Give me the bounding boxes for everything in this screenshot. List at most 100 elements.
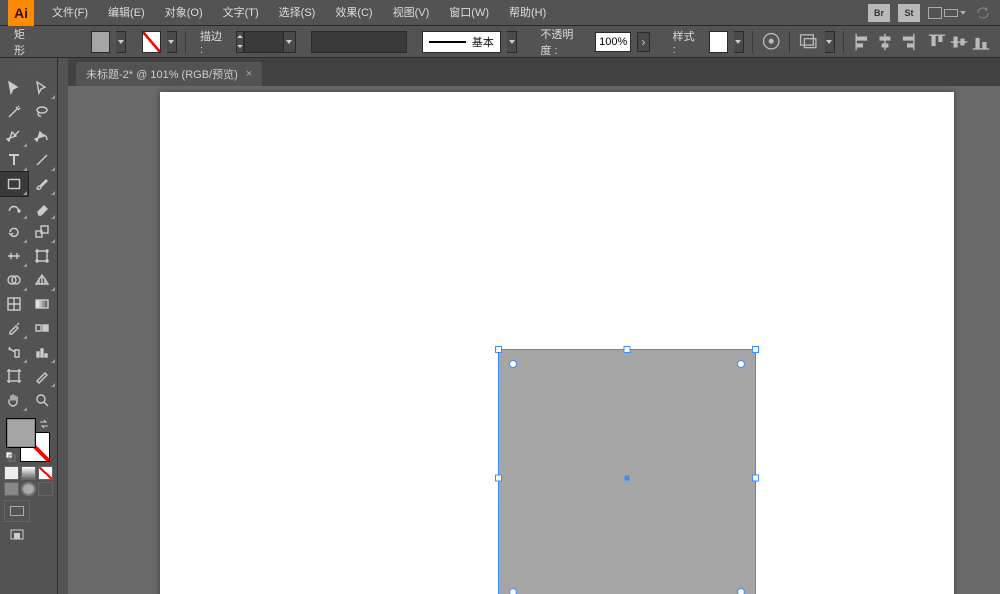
resize-handle-tr[interactable] [752,346,759,353]
fill-swatch-large[interactable] [6,418,36,448]
align-vcenter-icon[interactable] [948,30,970,54]
document-tab[interactable]: 未标题-2* @ 101% (RGB/预览) × [76,62,262,86]
gradient-mode-button[interactable] [21,466,36,480]
align-controls [852,30,992,54]
resize-handle-tl[interactable] [495,346,502,353]
transform-panel-icon[interactable] [798,30,818,54]
zoom-tool[interactable] [28,388,56,412]
paintbrush-tool[interactable] [28,172,56,196]
none-mode-button[interactable] [38,466,53,480]
eraser-tool[interactable] [28,196,56,220]
gradient-tool[interactable] [28,292,56,316]
pen-tool[interactable] [0,124,28,148]
graphic-style-swatch[interactable] [709,31,728,53]
toolbox: ······ [0,58,58,594]
color-mode-button[interactable] [4,466,19,480]
align-right-icon[interactable] [896,30,918,54]
stroke-label: 描边 : [194,28,230,56]
brush-stroke-icon [429,41,466,43]
selection-tool[interactable] [0,76,28,100]
menu-select[interactable]: 选择(S) [269,0,326,26]
menu-view[interactable]: 视图(V) [383,0,440,26]
hand-tool[interactable] [0,388,28,412]
column-graph-tool[interactable] [28,340,56,364]
recolor-artwork-icon[interactable] [761,30,781,54]
magic-wand-tool[interactable] [0,100,28,124]
line-segment-tool[interactable] [28,148,56,172]
close-tab-icon[interactable]: × [246,68,252,80]
brush-definition[interactable]: 基本 [422,31,501,53]
stroke-weight-dropdown[interactable] [284,31,296,53]
resize-handle-ml[interactable] [495,475,502,482]
artboard-tool[interactable] [0,364,28,388]
style-label: 样式 : [667,28,703,56]
stock-button[interactable]: St [898,4,920,22]
transform-panel-dropdown[interactable] [825,31,835,53]
menu-edit[interactable]: 编辑(E) [98,0,155,26]
free-transform-tool[interactable] [28,244,56,268]
align-hcenter-icon[interactable] [874,30,896,54]
canvas[interactable] [68,86,1000,594]
mesh-tool[interactable] [0,292,28,316]
stroke-color-dropdown[interactable] [167,31,177,53]
variable-width-profile[interactable] [311,31,406,53]
type-tool[interactable] [0,148,28,172]
eyedropper-tool[interactable] [0,316,28,340]
opacity-input[interactable]: 100% [595,32,631,52]
lasso-tool[interactable] [28,100,56,124]
rotate-tool[interactable] [0,220,28,244]
workspace-switcher[interactable] [928,7,966,19]
live-corner-bl[interactable] [509,588,517,594]
fill-stroke-indicator[interactable] [6,418,50,462]
rectangle-tool[interactable] [0,172,28,196]
menu-file[interactable]: 文件(F) [42,0,98,26]
graphic-style-dropdown[interactable] [734,31,744,53]
menu-help[interactable]: 帮助(H) [499,0,556,26]
bridge-button[interactable]: Br [868,4,890,22]
curvature-tool[interactable] [28,124,56,148]
resize-handle-tm[interactable] [624,346,631,353]
align-bottom-icon[interactable] [970,30,992,54]
toolbox-grip[interactable]: ······ [0,62,57,72]
center-point[interactable] [625,476,630,481]
brush-dropdown[interactable] [507,31,517,53]
slice-tool[interactable] [28,364,56,388]
resize-handle-mr[interactable] [752,475,759,482]
direct-selection-tool[interactable] [28,76,56,100]
scale-tool[interactable] [28,220,56,244]
stroke-weight-input[interactable] [244,31,284,53]
align-left-icon[interactable] [852,30,874,54]
screen-mode-normal[interactable] [4,500,30,522]
work-area: 未标题-2* @ 101% (RGB/预览) × [68,58,1000,594]
align-top-icon[interactable] [926,30,948,54]
draw-behind-button[interactable] [21,482,36,496]
document-tabs: 未标题-2* @ 101% (RGB/预览) × [68,58,1000,86]
width-tool[interactable] [0,244,28,268]
stroke-color-swatch[interactable] [142,31,161,53]
sync-icon[interactable] [974,4,992,22]
draw-inside-button[interactable] [38,482,53,496]
shaper-tool[interactable] [0,196,28,220]
selected-rectangle[interactable] [498,349,756,594]
change-screen-mode[interactable] [4,524,30,546]
live-corner-tl[interactable] [509,360,517,368]
fill-color-dropdown[interactable] [116,31,126,53]
menu-window[interactable]: 窗口(W) [439,0,499,26]
symbol-sprayer-tool[interactable] [0,340,28,364]
default-fill-stroke-icon[interactable] [6,452,16,462]
fill-color-swatch[interactable] [91,31,110,53]
shape-type-label: 矩形 [8,26,39,58]
live-corner-tr[interactable] [737,360,745,368]
shape-builder-tool[interactable] [0,268,28,292]
menu-object[interactable]: 对象(O) [155,0,213,26]
menu-type[interactable]: 文字(T) [213,0,269,26]
menu-effect[interactable]: 效果(C) [325,0,382,26]
blend-tool[interactable] [28,316,56,340]
swap-fill-stroke-icon[interactable] [38,418,50,430]
opacity-slider-toggle[interactable] [637,32,649,52]
draw-normal-button[interactable] [4,482,19,496]
opacity-label: 不透明度 : [534,26,589,58]
stroke-weight-stepper[interactable] [236,31,244,53]
live-corner-br[interactable] [737,588,745,594]
perspective-grid-tool[interactable] [28,268,56,292]
